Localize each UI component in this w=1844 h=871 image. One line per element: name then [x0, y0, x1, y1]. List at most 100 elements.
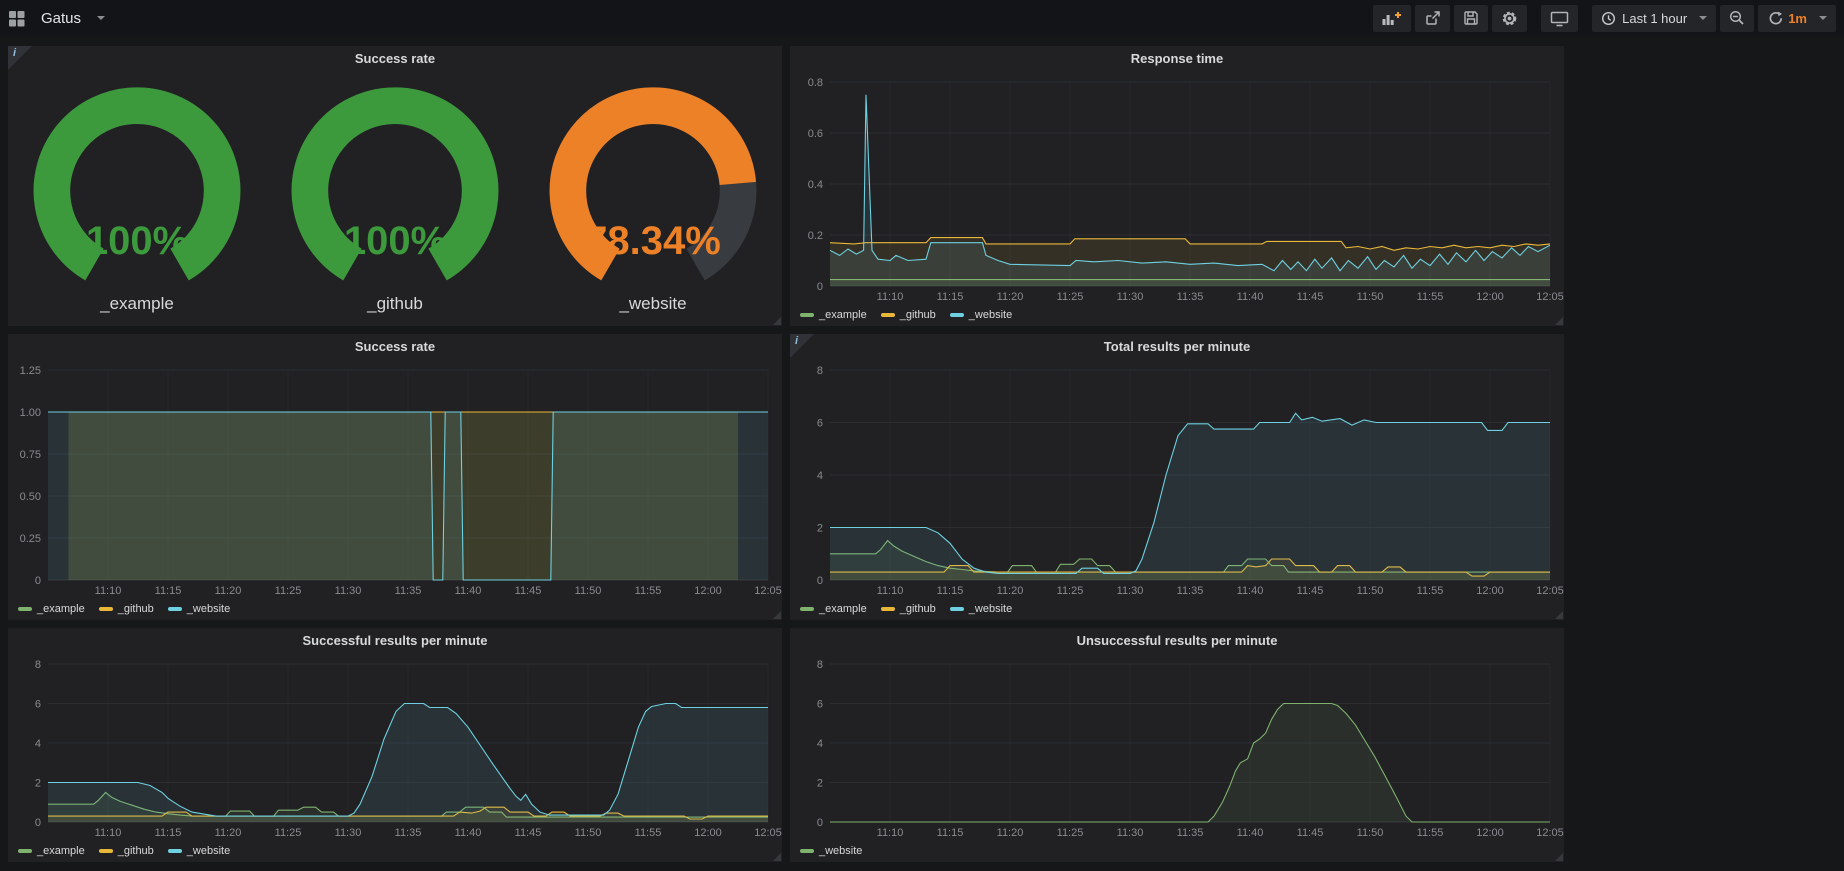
panel-title-text: Response time	[1131, 51, 1223, 66]
svg-text:11:55: 11:55	[635, 585, 662, 597]
legend-item-_website[interactable]: _website	[950, 603, 1012, 615]
svg-text:11:40: 11:40	[1237, 585, 1264, 597]
info-icon: i	[13, 47, 16, 59]
gauge-arc: 100%	[8, 72, 266, 292]
svg-text:0: 0	[35, 817, 41, 829]
svg-text:11:10: 11:10	[877, 585, 904, 597]
svg-text:11:55: 11:55	[1417, 291, 1444, 303]
svg-text:11:30: 11:30	[1117, 827, 1144, 839]
legend-item-_example[interactable]: _example	[800, 603, 867, 615]
svg-text:11:45: 11:45	[1297, 827, 1324, 839]
zoom-out-time-button[interactable]	[1720, 5, 1754, 32]
gauge-_github[interactable]: 100% _github	[266, 72, 524, 326]
gauge-value: 78.34%	[585, 219, 721, 263]
svg-text:11:30: 11:30	[1117, 291, 1144, 303]
panel-info-corner[interactable]: i	[8, 46, 32, 70]
legend-item-_website[interactable]: _website	[168, 603, 230, 615]
svg-text:0: 0	[817, 281, 823, 293]
svg-text:11:20: 11:20	[215, 827, 242, 839]
svg-text:1.00: 1.00	[20, 407, 41, 419]
svg-text:0.8: 0.8	[808, 77, 823, 89]
gauge-arc: 78.34%	[524, 72, 782, 292]
dashboard-title[interactable]: Gatus	[41, 10, 81, 27]
svg-text:11:50: 11:50	[575, 585, 602, 597]
panel-info-corner[interactable]: i	[790, 334, 814, 358]
svg-text:11:15: 11:15	[937, 827, 964, 839]
panel-title[interactable]: Unsuccessful results per minute	[790, 628, 1564, 654]
chart-area: 11:1011:1511:2011:2511:3011:3511:4011:45…	[8, 360, 782, 620]
panel-resize-handle[interactable]	[773, 853, 781, 861]
svg-text:11:50: 11:50	[575, 827, 602, 839]
svg-text:11:50: 11:50	[1357, 585, 1384, 597]
svg-text:11:15: 11:15	[155, 585, 182, 597]
panel-resize-handle[interactable]	[773, 317, 781, 325]
legend-label: _example	[819, 603, 867, 615]
chart-plot[interactable]: 11:1011:1511:2011:2511:3011:3511:4011:45…	[8, 360, 782, 598]
panel-resize-handle[interactable]	[1555, 853, 1563, 861]
panel-title[interactable]: Success rate	[8, 46, 782, 72]
legend-item-_website[interactable]: _website	[800, 845, 862, 857]
dashboard-dropdown-caret-icon[interactable]	[97, 16, 105, 20]
gauge-label: _github	[367, 294, 423, 314]
chart-legend: _example _github _website	[8, 840, 782, 862]
share-dashboard-button[interactable]	[1415, 5, 1450, 32]
legend-item-_github[interactable]: _github	[881, 309, 936, 321]
add-panel-button[interactable]	[1373, 5, 1411, 32]
panel-title[interactable]: Total results per minute	[790, 334, 1564, 360]
chart-plot[interactable]: 11:1011:1511:2011:2511:3011:3511:4011:45…	[790, 72, 1564, 304]
cycle-view-mode-button[interactable]	[1541, 5, 1578, 32]
svg-text:12:05: 12:05	[1536, 585, 1564, 597]
legend-item-_example[interactable]: _example	[18, 603, 85, 615]
panel-title[interactable]: Response time	[790, 46, 1564, 72]
chart-plot[interactable]: 11:1011:1511:2011:2511:3011:3511:4011:45…	[790, 654, 1564, 840]
legend-swatch	[18, 607, 32, 611]
svg-text:2: 2	[817, 778, 823, 790]
refresh-icon	[1767, 11, 1782, 26]
zoom-out-icon	[1729, 10, 1745, 26]
panel-resize-handle[interactable]	[773, 611, 781, 619]
panel-resize-handle[interactable]	[1555, 611, 1563, 619]
legend-item-_github[interactable]: _github	[881, 603, 936, 615]
svg-text:0.6: 0.6	[808, 128, 823, 140]
refresh-button[interactable]: 1m	[1758, 5, 1836, 32]
panel-title-text: Unsuccessful results per minute	[1077, 633, 1278, 648]
chart-plot[interactable]: 11:1011:1511:2011:2511:3011:3511:4011:45…	[8, 654, 782, 840]
save-dashboard-button[interactable]	[1454, 5, 1488, 32]
legend-item-_website[interactable]: _website	[168, 845, 230, 857]
svg-text:11:45: 11:45	[1297, 585, 1324, 597]
panel-title-text: Success rate	[355, 339, 435, 354]
refresh-interval-label: 1m	[1788, 11, 1807, 26]
panel-resize-handle[interactable]	[1555, 317, 1563, 325]
svg-text:11:30: 11:30	[335, 827, 362, 839]
legend-item-_example[interactable]: _example	[800, 309, 867, 321]
svg-text:11:35: 11:35	[1177, 585, 1204, 597]
svg-text:4: 4	[817, 470, 823, 482]
gauge-_example[interactable]: 100%_example	[8, 72, 266, 326]
panel-title[interactable]: Success rate	[8, 334, 782, 360]
gauge-arc: 100%	[266, 72, 524, 292]
time-range-picker-button[interactable]: Last 1 hour	[1592, 5, 1716, 32]
legend-item-_example[interactable]: _example	[18, 845, 85, 857]
share-icon	[1424, 10, 1441, 26]
chart-plot[interactable]: 11:1011:1511:2011:2511:3011:3511:4011:45…	[790, 360, 1564, 598]
legend-item-_website[interactable]: _website	[950, 309, 1012, 321]
gauge-value: 100%	[344, 219, 446, 263]
svg-text:11:45: 11:45	[515, 585, 542, 597]
tv-icon	[1550, 10, 1569, 27]
svg-text:11:45: 11:45	[515, 827, 542, 839]
panel-success-rate-graph: Success rate 11:1011:1511:2011:2511:3011…	[8, 334, 782, 620]
panel-title[interactable]: Successful results per minute	[8, 628, 782, 654]
svg-text:2: 2	[35, 778, 41, 790]
gauge-_website[interactable]: 78.34% _website	[524, 72, 782, 326]
svg-text:11:40: 11:40	[1237, 827, 1264, 839]
grafana-apps-grid-icon[interactable]	[8, 10, 25, 27]
svg-text:11:45: 11:45	[1297, 291, 1324, 303]
dashboard-settings-button[interactable]	[1492, 5, 1527, 32]
legend-item-_github[interactable]: _github	[99, 845, 154, 857]
gauge-label: _website	[619, 294, 686, 314]
time-range-label: Last 1 hour	[1622, 11, 1687, 26]
svg-text:11:35: 11:35	[395, 827, 422, 839]
chart-legend: _website	[790, 840, 1564, 862]
legend-swatch	[800, 607, 814, 611]
legend-item-_github[interactable]: _github	[99, 603, 154, 615]
